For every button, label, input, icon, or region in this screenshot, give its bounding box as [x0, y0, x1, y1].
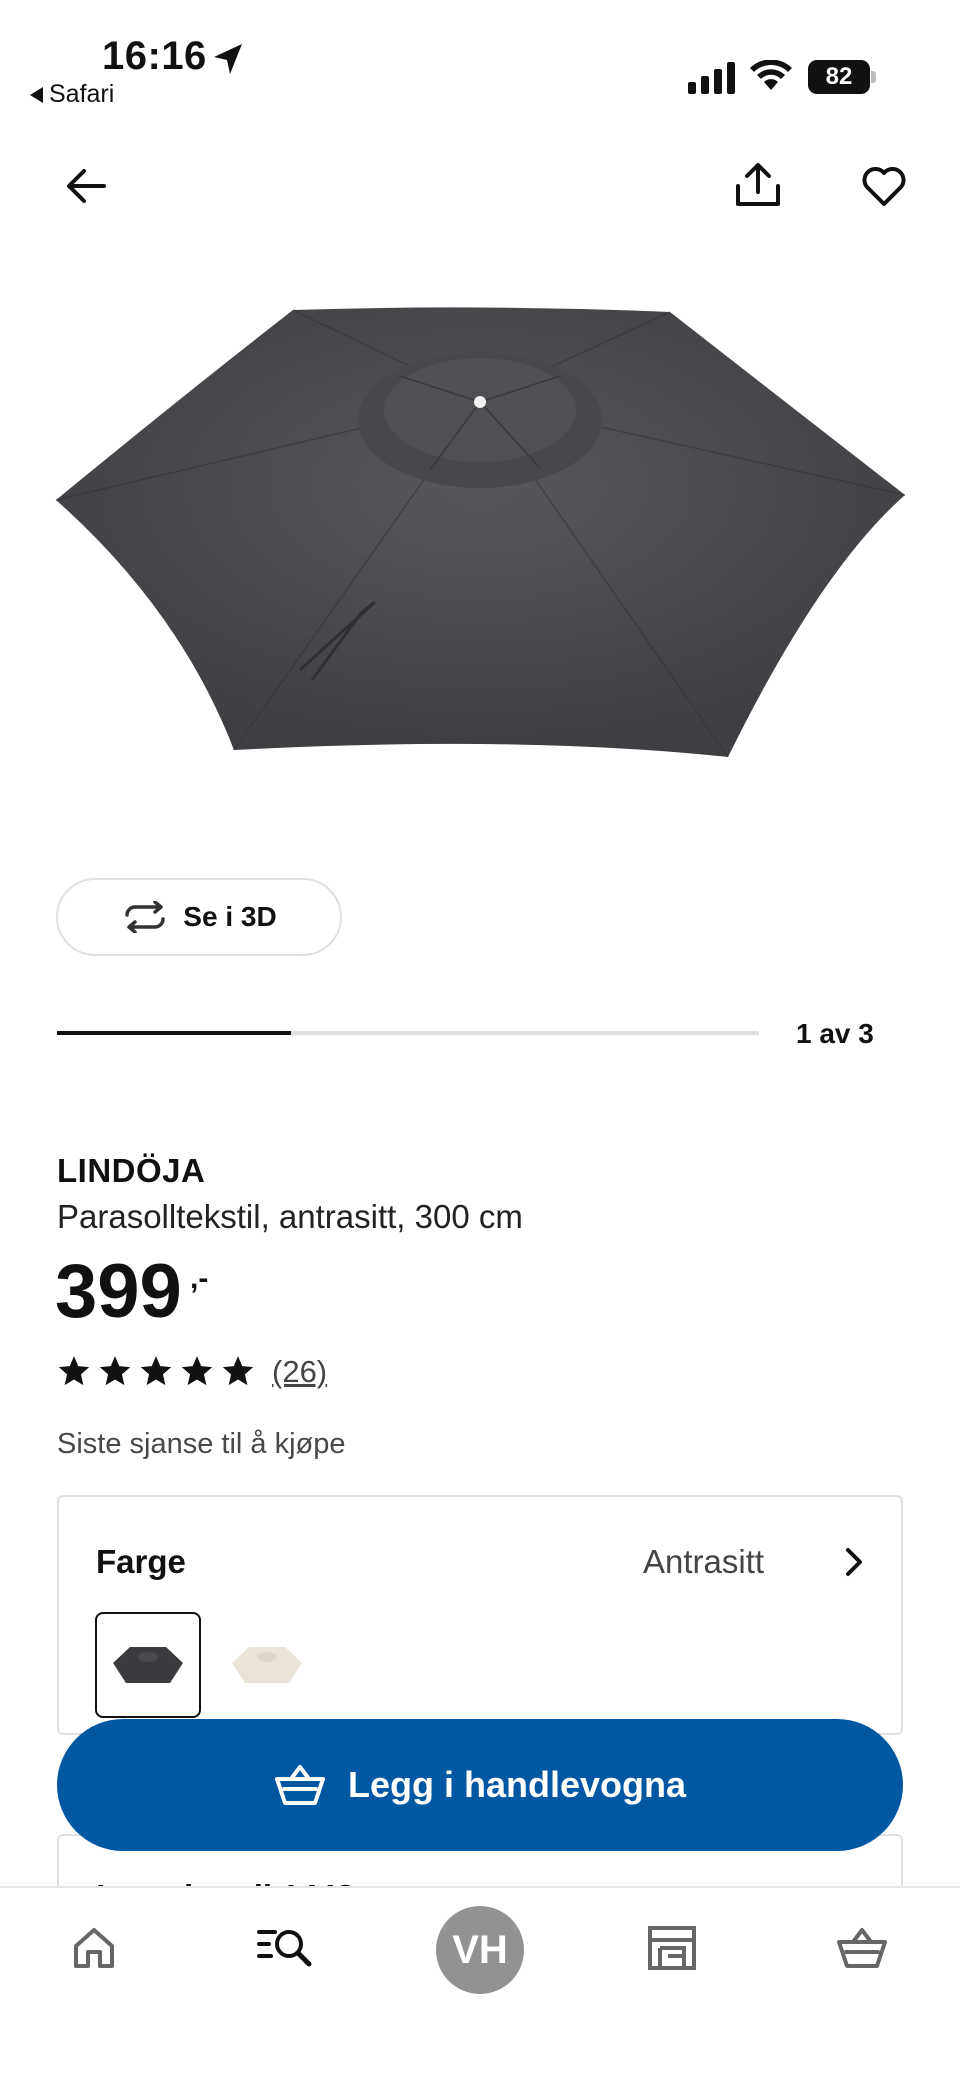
battery-level: 82 [808, 60, 870, 94]
back-button[interactable] [58, 158, 114, 214]
wifi-icon [750, 60, 792, 90]
cart-basket-icon [274, 1765, 325, 1805]
add-to-cart-label: Legg i handlevogna [347, 1764, 687, 1805]
star-icon [222, 1356, 254, 1386]
product-price: 399 [55, 1249, 182, 1334]
tab-profile-avatar[interactable]: VH [436, 1906, 524, 1994]
store-icon [648, 1926, 696, 1970]
avatar-initials: VH [452, 1927, 508, 1972]
swatch-antrasitt-image [113, 1647, 183, 1683]
review-count-link[interactable]: (26) [272, 1354, 327, 1390]
battery-indicator: 82 [808, 60, 876, 94]
favorite-button[interactable] [856, 158, 912, 214]
back-to-safari[interactable]: Safari [30, 80, 114, 109]
color-selected-value: Antrasitt [643, 1543, 765, 1580]
tab-home[interactable] [58, 1912, 130, 1984]
tab-cart[interactable] [826, 1912, 898, 1984]
cart-icon [837, 1928, 887, 1968]
star-icon [140, 1356, 172, 1386]
star-icon [58, 1356, 90, 1386]
location-arrow-icon [214, 44, 242, 74]
rotate-3d-icon [125, 901, 166, 933]
arrow-left-icon [67, 169, 106, 203]
gallery-progress-track [57, 1031, 759, 1035]
color-label: Farge [96, 1543, 186, 1580]
cellular-signal-icon [688, 62, 735, 94]
swatch-beige-image [232, 1647, 302, 1683]
star-icon [99, 1356, 131, 1386]
heart-icon [862, 167, 906, 206]
color-swatch-beige[interactable] [214, 1612, 320, 1718]
price-suffix: ,- [190, 1262, 209, 1295]
product-name: LINDÖJA [57, 1152, 206, 1189]
rating-stars[interactable] [57, 1354, 255, 1388]
product-image[interactable] [50, 290, 910, 770]
color-swatch-antrasitt[interactable] [95, 1612, 201, 1718]
share-button[interactable] [730, 158, 786, 214]
gallery-page-indicator: 1 av 3 [796, 1018, 874, 1049]
chevron-right-icon[interactable] [836, 1544, 872, 1580]
search-list-icon [257, 1930, 312, 1967]
product-description: Parasolltekstil, antrasitt, 300 cm [57, 1198, 523, 1235]
back-triangle-icon [30, 86, 43, 103]
star-icon [181, 1356, 213, 1386]
home-icon [74, 1928, 114, 1968]
tab-search[interactable] [250, 1912, 322, 1984]
gallery-progress-fill [57, 1031, 291, 1035]
add-to-cart-button[interactable]: Legg i handlevogna [57, 1719, 903, 1851]
view-3d-button[interactable]: Se i 3D [56, 878, 342, 956]
availability-text: Siste sjanse til å kjøpe [57, 1428, 346, 1460]
view-3d-label: Se i 3D [183, 901, 277, 932]
status-time: 16:16 [102, 34, 207, 78]
share-icon [736, 163, 780, 206]
back-app-label: Safari [49, 80, 115, 108]
tab-stores[interactable] [636, 1912, 708, 1984]
